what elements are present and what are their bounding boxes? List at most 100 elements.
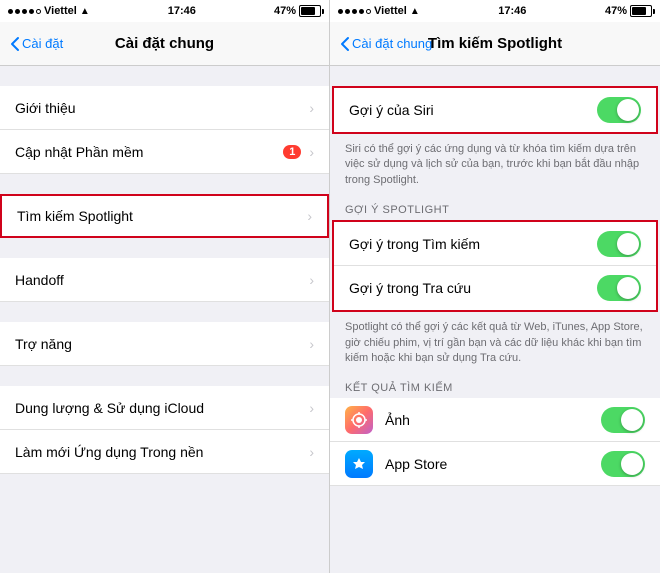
spotlight-lookup-toggle[interactable] — [597, 275, 641, 301]
left-time: 17:46 — [168, 5, 196, 17]
chevron-icon-handoff: › — [309, 272, 314, 288]
battery-fill — [301, 7, 315, 15]
left-back-button[interactable]: Cài đặt — [10, 36, 63, 52]
siri-toggle-label: Gợi ý của Siri — [349, 102, 597, 118]
dot1 — [8, 9, 13, 14]
right-carrier: Viettel — [374, 5, 407, 17]
spotlight-section-highlighted: Gợi ý trong Tìm kiếm Gợi ý trong Tra cứu — [332, 220, 658, 312]
dot4 — [29, 9, 34, 14]
list-item-lam-moi[interactable]: Làm mới Ứng dụng Trong nền › — [0, 430, 329, 474]
list-item-dung-luong[interactable]: Dung lượng & Sử dụng iCloud › — [0, 386, 329, 430]
right-top-separator — [330, 66, 660, 86]
photos-svg — [350, 411, 368, 429]
spotlight-lookup-label: Gợi ý trong Tra cứu — [349, 280, 597, 296]
right-back-chevron-icon — [340, 36, 350, 52]
dot5 — [36, 9, 41, 14]
appstore-svg — [351, 456, 367, 472]
right-nav-title: Tìm kiếm Spotlight — [428, 35, 562, 52]
right-settings-list: Gợi ý của Siri Siri có thể gợi ý các ứng… — [330, 66, 660, 573]
siri-section-highlighted: Gợi ý của Siri — [332, 86, 658, 134]
right-status-right: 47% — [605, 5, 652, 17]
left-status-right: 47% — [274, 5, 321, 17]
left-panel: Viettel ▲ 17:46 47% Cài đặt Cài đặt chun… — [0, 0, 330, 573]
right-wifi-icon: ▲ — [410, 6, 420, 17]
chevron-icon-tro-nang: › — [309, 336, 314, 352]
siri-toggle-row[interactable]: Gợi ý của Siri — [334, 88, 656, 132]
item-label-tro-nang: Trợ năng — [15, 336, 309, 352]
right-panel: Viettel ▲ 17:46 47% Cài đặt chung Tìm ki… — [330, 0, 660, 573]
item-label-lam-moi: Làm mới Ứng dụng Trong nền — [15, 444, 309, 460]
list-item-tim-kiem[interactable]: Tìm kiếm Spotlight › — [0, 194, 329, 238]
chevron-icon-gioi-thieu: › — [309, 100, 314, 116]
chevron-icon-dung-luong: › — [309, 400, 314, 416]
left-nav-title: Cài đặt chung — [115, 35, 214, 52]
left-status-left: Viettel ▲ — [8, 5, 90, 17]
spotlight-search-toggle[interactable] — [597, 231, 641, 257]
siri-toggle[interactable] — [597, 97, 641, 123]
left-settings-list: Giới thiệu › Cập nhật Phần mềm 1 › Tìm k… — [0, 66, 329, 573]
list-item-handoff[interactable]: Handoff › — [0, 258, 329, 302]
right-status-left: Viettel ▲ — [338, 5, 420, 17]
spotlight-search-row[interactable]: Gợi ý trong Tìm kiếm — [334, 222, 656, 266]
left-battery-pct: 47% — [274, 5, 296, 17]
results-section-header: KẾT QUẢ TÌM KIẾM — [330, 376, 660, 398]
item-label-tim-kiem: Tìm kiếm Spotlight — [17, 208, 307, 224]
left-status-bar: Viettel ▲ 17:46 47% — [0, 0, 329, 22]
left-carrier: Viettel — [44, 5, 77, 17]
siri-description: Siri có thể gợi ý các ứng dụng và từ khó… — [330, 134, 660, 198]
item-label-gioi-thieu: Giới thiệu — [15, 100, 309, 116]
item-label-cap-nhat: Cập nhật Phần mềm — [15, 144, 283, 160]
spotlight-lookup-toggle-knob — [617, 277, 639, 299]
spotlight-description: Spotlight có thể gợi ý các kết quả từ We… — [330, 312, 660, 376]
spotlight-lookup-row[interactable]: Gợi ý trong Tra cứu — [334, 266, 656, 310]
chevron-icon-lam-moi: › — [309, 444, 314, 460]
appstore-toggle-knob — [621, 453, 643, 475]
appstore-toggle[interactable] — [601, 451, 645, 477]
right-signal-dots — [338, 9, 371, 14]
chevron-icon-tim-kiem: › — [307, 208, 312, 224]
separator-4 — [0, 302, 329, 322]
result-row-anh[interactable]: Ảnh — [330, 398, 660, 442]
dot2 — [15, 9, 20, 14]
r-dot3 — [352, 9, 357, 14]
spotlight-search-label: Gợi ý trong Tìm kiếm — [349, 236, 597, 252]
wifi-icon: ▲ — [80, 6, 90, 17]
item-badge-cap-nhat: 1 — [283, 145, 301, 159]
item-label-dung-luong: Dung lượng & Sử dụng iCloud — [15, 400, 309, 416]
separator-2 — [0, 174, 329, 194]
top-separator — [0, 66, 329, 86]
back-chevron-icon — [10, 36, 20, 52]
result-label-appstore: App Store — [385, 456, 601, 472]
siri-toggle-knob — [617, 99, 639, 121]
dot3 — [22, 9, 27, 14]
separator-6 — [0, 474, 329, 494]
right-battery-icon — [630, 5, 652, 17]
r-dot2 — [345, 9, 350, 14]
r-dot1 — [338, 9, 343, 14]
photos-icon — [345, 406, 373, 434]
result-row-appstore[interactable]: App Store — [330, 442, 660, 486]
left-back-label: Cài đặt — [22, 36, 63, 51]
anh-toggle[interactable] — [601, 407, 645, 433]
separator-3 — [0, 238, 329, 258]
chevron-icon-cap-nhat: › — [309, 144, 314, 160]
list-item-gioi-thieu[interactable]: Giới thiệu › — [0, 86, 329, 130]
right-battery-pct: 47% — [605, 5, 627, 17]
item-label-handoff: Handoff — [15, 272, 309, 288]
r-dot4 — [359, 9, 364, 14]
r-dot5 — [366, 9, 371, 14]
left-nav-bar: Cài đặt Cài đặt chung — [0, 22, 329, 66]
anh-toggle-knob — [621, 409, 643, 431]
spotlight-search-toggle-knob — [617, 233, 639, 255]
separator-5 — [0, 366, 329, 386]
right-back-label: Cài đặt chung — [352, 36, 432, 51]
right-back-button[interactable]: Cài đặt chung — [340, 36, 432, 52]
list-item-cap-nhat[interactable]: Cập nhật Phần mềm 1 › — [0, 130, 329, 174]
right-nav-bar: Cài đặt chung Tìm kiếm Spotlight — [330, 22, 660, 66]
right-time: 17:46 — [498, 5, 526, 17]
right-battery-fill — [632, 7, 646, 15]
list-item-tro-nang[interactable]: Trợ năng › — [0, 322, 329, 366]
spotlight-section-header: GỢI Ý SPOTLIGHT — [330, 198, 660, 220]
result-label-anh: Ảnh — [385, 412, 601, 428]
right-status-bar: Viettel ▲ 17:46 47% — [330, 0, 660, 22]
